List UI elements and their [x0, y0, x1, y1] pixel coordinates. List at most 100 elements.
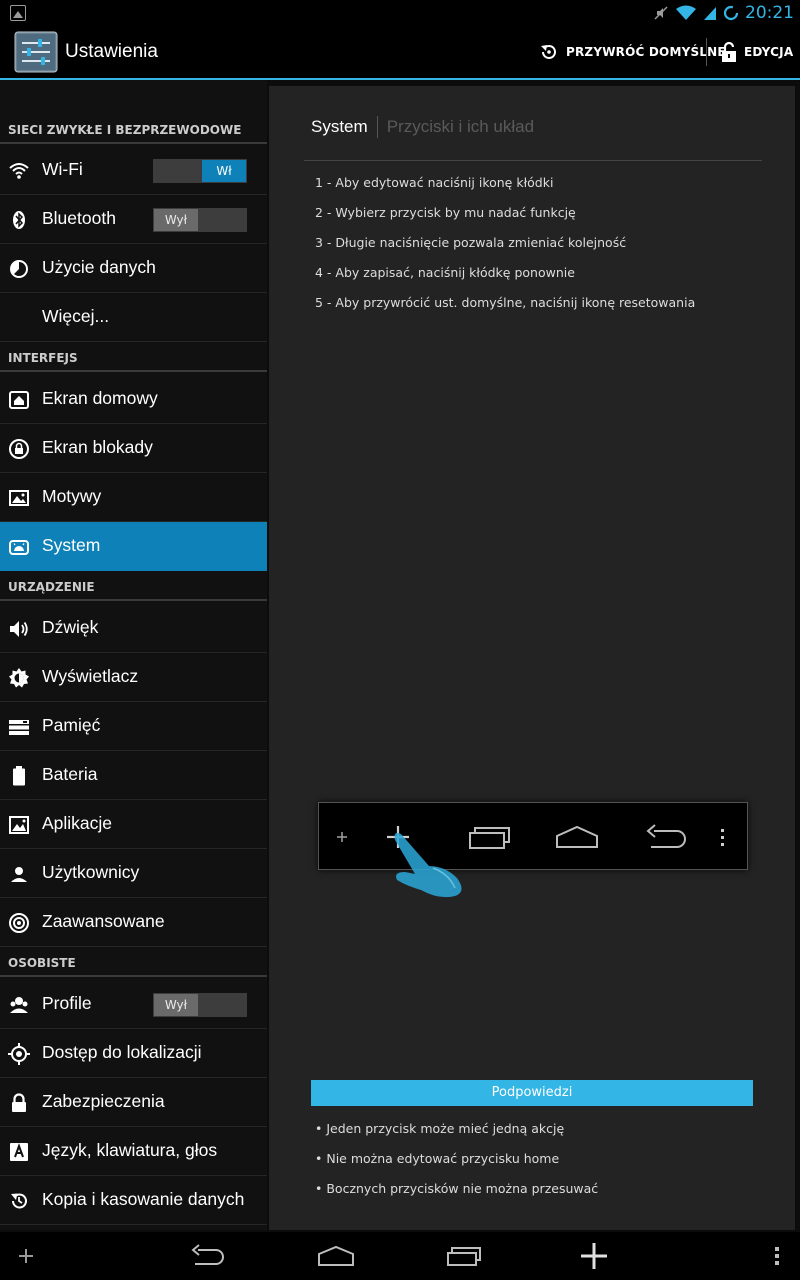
settings-item-label: Język, klawiatura, głos	[42, 1140, 218, 1160]
preview-recent-apps-icon[interactable]	[469, 827, 510, 849]
nav-recent-apps-button[interactable]	[436, 1232, 492, 1280]
hint-item: • Jeden przycisk może mieć jedną akcję	[315, 1121, 565, 1136]
tab-divider	[304, 160, 762, 161]
sound-icon	[10, 621, 28, 637]
hint-item: • Nie można edytować przycisku home	[315, 1151, 560, 1166]
instruction-step: 3 - Długie naciśnięcie pozwala zmieniać …	[315, 235, 627, 250]
status-bar: 20:21	[0, 0, 800, 26]
overflow-menu-icon	[775, 1247, 779, 1265]
bluetooth-icon	[13, 211, 25, 229]
preview-home-icon[interactable]	[556, 825, 598, 848]
settings-item-label: Ekran blokady	[42, 437, 153, 457]
settings-item-users[interactable]: Użytkownicy	[0, 849, 267, 898]
tab-separator	[376, 116, 378, 138]
settings-item-wifi[interactable]: Wi-Fi Wł	[0, 146, 267, 195]
settings-item-apps[interactable]: Aplikacje	[0, 800, 267, 849]
section-device: URZĄDZENIE	[0, 571, 267, 601]
settings-item-label: Zabezpieczenia	[42, 1091, 165, 1111]
settings-item-label: Wi-Fi	[42, 159, 83, 179]
bluetooth-toggle-label: Wył	[154, 209, 198, 231]
recent-apps-icon	[447, 1247, 481, 1266]
advanced-icon	[9, 913, 29, 933]
wifi-toggle-label: Wł	[202, 160, 246, 182]
wifi-toggle[interactable]: Wł	[153, 159, 247, 183]
settings-item-data-usage[interactable]: Użycie danych	[0, 244, 267, 293]
settings-item-label: Ekran domowy	[42, 388, 158, 408]
instruction-step: 2 - Wybierz przycisk by mu nadać funkcję	[315, 205, 576, 220]
settings-item-profiles[interactable]: Profile Wył	[0, 980, 267, 1029]
mute-icon	[654, 6, 668, 20]
unlock-icon	[722, 41, 736, 62]
plus-icon	[581, 1243, 607, 1269]
reset-defaults-button[interactable]: PRZYWRÓĆ DOMYŚLNE	[538, 26, 726, 78]
settings-item-label: Pamięć	[42, 715, 101, 735]
settings-item-more[interactable]: Więcej...	[0, 293, 267, 342]
reset-icon	[541, 45, 556, 59]
gallery-notification-icon	[10, 5, 26, 21]
settings-item-security[interactable]: Zabezpieczenia	[0, 1078, 267, 1127]
settings-item-label: Wyświetlacz	[42, 666, 139, 686]
tab-system[interactable]: System	[311, 117, 368, 137]
settings-item-label: Bluetooth	[42, 208, 116, 228]
settings-item-label: Dźwięk	[42, 617, 99, 637]
cell-signal-icon	[704, 7, 716, 20]
settings-item-home-screen[interactable]: Ekran domowy	[0, 375, 267, 424]
tab-buttons-layout[interactable]: Przyciski i ich układ	[387, 117, 534, 137]
location-icon	[8, 1043, 30, 1065]
preview-back-icon[interactable]	[646, 824, 686, 848]
home-screen-icon	[9, 391, 29, 409]
detail-pane: System Przyciski i ich układ 1 - Aby edy…	[269, 86, 795, 1230]
nav-back-button[interactable]	[180, 1232, 236, 1280]
action-bar-divider	[706, 38, 707, 66]
themes-icon	[9, 490, 29, 506]
settings-item-bluetooth[interactable]: Bluetooth Wył	[0, 195, 267, 244]
nav-plus-button[interactable]	[570, 1232, 618, 1280]
settings-item-lock-screen[interactable]: Ekran blokady	[0, 424, 267, 473]
bluetooth-toggle[interactable]: Wył	[153, 208, 247, 232]
settings-item-system[interactable]: System	[0, 522, 267, 571]
settings-item-sound[interactable]: Dźwięk	[0, 604, 267, 653]
settings-item-label: Użytkownicy	[42, 862, 140, 882]
hints-header: Podpowiedzi	[311, 1080, 753, 1106]
section-interface: INTERFEJS	[0, 342, 267, 372]
data-usage-icon	[10, 260, 28, 278]
backup-reset-icon	[11, 1193, 27, 1209]
preview-plus-small-icon[interactable]	[337, 832, 347, 842]
profiles-toggle-label: Wył	[154, 994, 198, 1016]
back-icon	[191, 1244, 224, 1265]
lock-icon	[12, 1093, 26, 1112]
settings-list: SIECI ZWYKŁE I BEZPRZEWODOWE Wi-Fi Wł Bl…	[0, 80, 267, 1230]
settings-app-icon[interactable]	[14, 31, 58, 73]
nav-menu-button[interactable]	[764, 1232, 790, 1280]
clock: 20:21	[745, 3, 794, 23]
settings-item-display[interactable]: Wyświetlacz	[0, 653, 267, 702]
system-navigation-bar	[0, 1232, 800, 1280]
settings-item-label: Aplikacje	[42, 813, 113, 833]
brightness-icon	[9, 668, 29, 688]
settings-item-advanced[interactable]: Zaawansowane	[0, 898, 267, 947]
instruction-step: 4 - Aby zapisać, naciśnij kłódkę ponowni…	[315, 265, 575, 280]
hint-item: • Bocznych przycisków nie można przesuwa…	[315, 1181, 599, 1196]
edit-button[interactable]: EDYCJA	[720, 26, 793, 78]
settings-item-themes[interactable]: Motywy	[0, 473, 267, 522]
lock-screen-icon	[9, 439, 29, 459]
user-icon	[11, 867, 27, 882]
settings-item-location[interactable]: Dostęp do lokalizacji	[0, 1029, 267, 1078]
instruction-step: 5 - Aby przywrócić ust. domyślne, naciśn…	[315, 295, 696, 310]
settings-item-backup[interactable]: Kopia i kasowanie danych	[0, 1176, 267, 1225]
settings-item-label: Więcej...	[42, 306, 110, 326]
settings-item-battery[interactable]: Bateria	[0, 751, 267, 800]
storage-icon	[9, 720, 29, 735]
instructions-list: 1 - Aby edytować naciśnij ikonę kłódki 2…	[315, 175, 695, 325]
profiles-toggle[interactable]: Wył	[153, 993, 247, 1017]
action-bar: Ustawienia PRZYWRÓĆ DOMYŚLNE EDYCJA	[0, 26, 800, 80]
settings-item-language[interactable]: Język, klawiatura, głos	[0, 1127, 267, 1176]
wifi-signal-icon	[676, 5, 696, 20]
apps-icon	[9, 816, 29, 834]
home-icon	[318, 1245, 354, 1266]
settings-item-storage[interactable]: Pamięć	[0, 702, 267, 751]
preview-menu-icon[interactable]	[721, 829, 724, 846]
battery-charging-icon	[723, 5, 739, 21]
nav-home-button[interactable]	[308, 1232, 364, 1280]
nav-plus-small-button[interactable]	[10, 1232, 42, 1280]
